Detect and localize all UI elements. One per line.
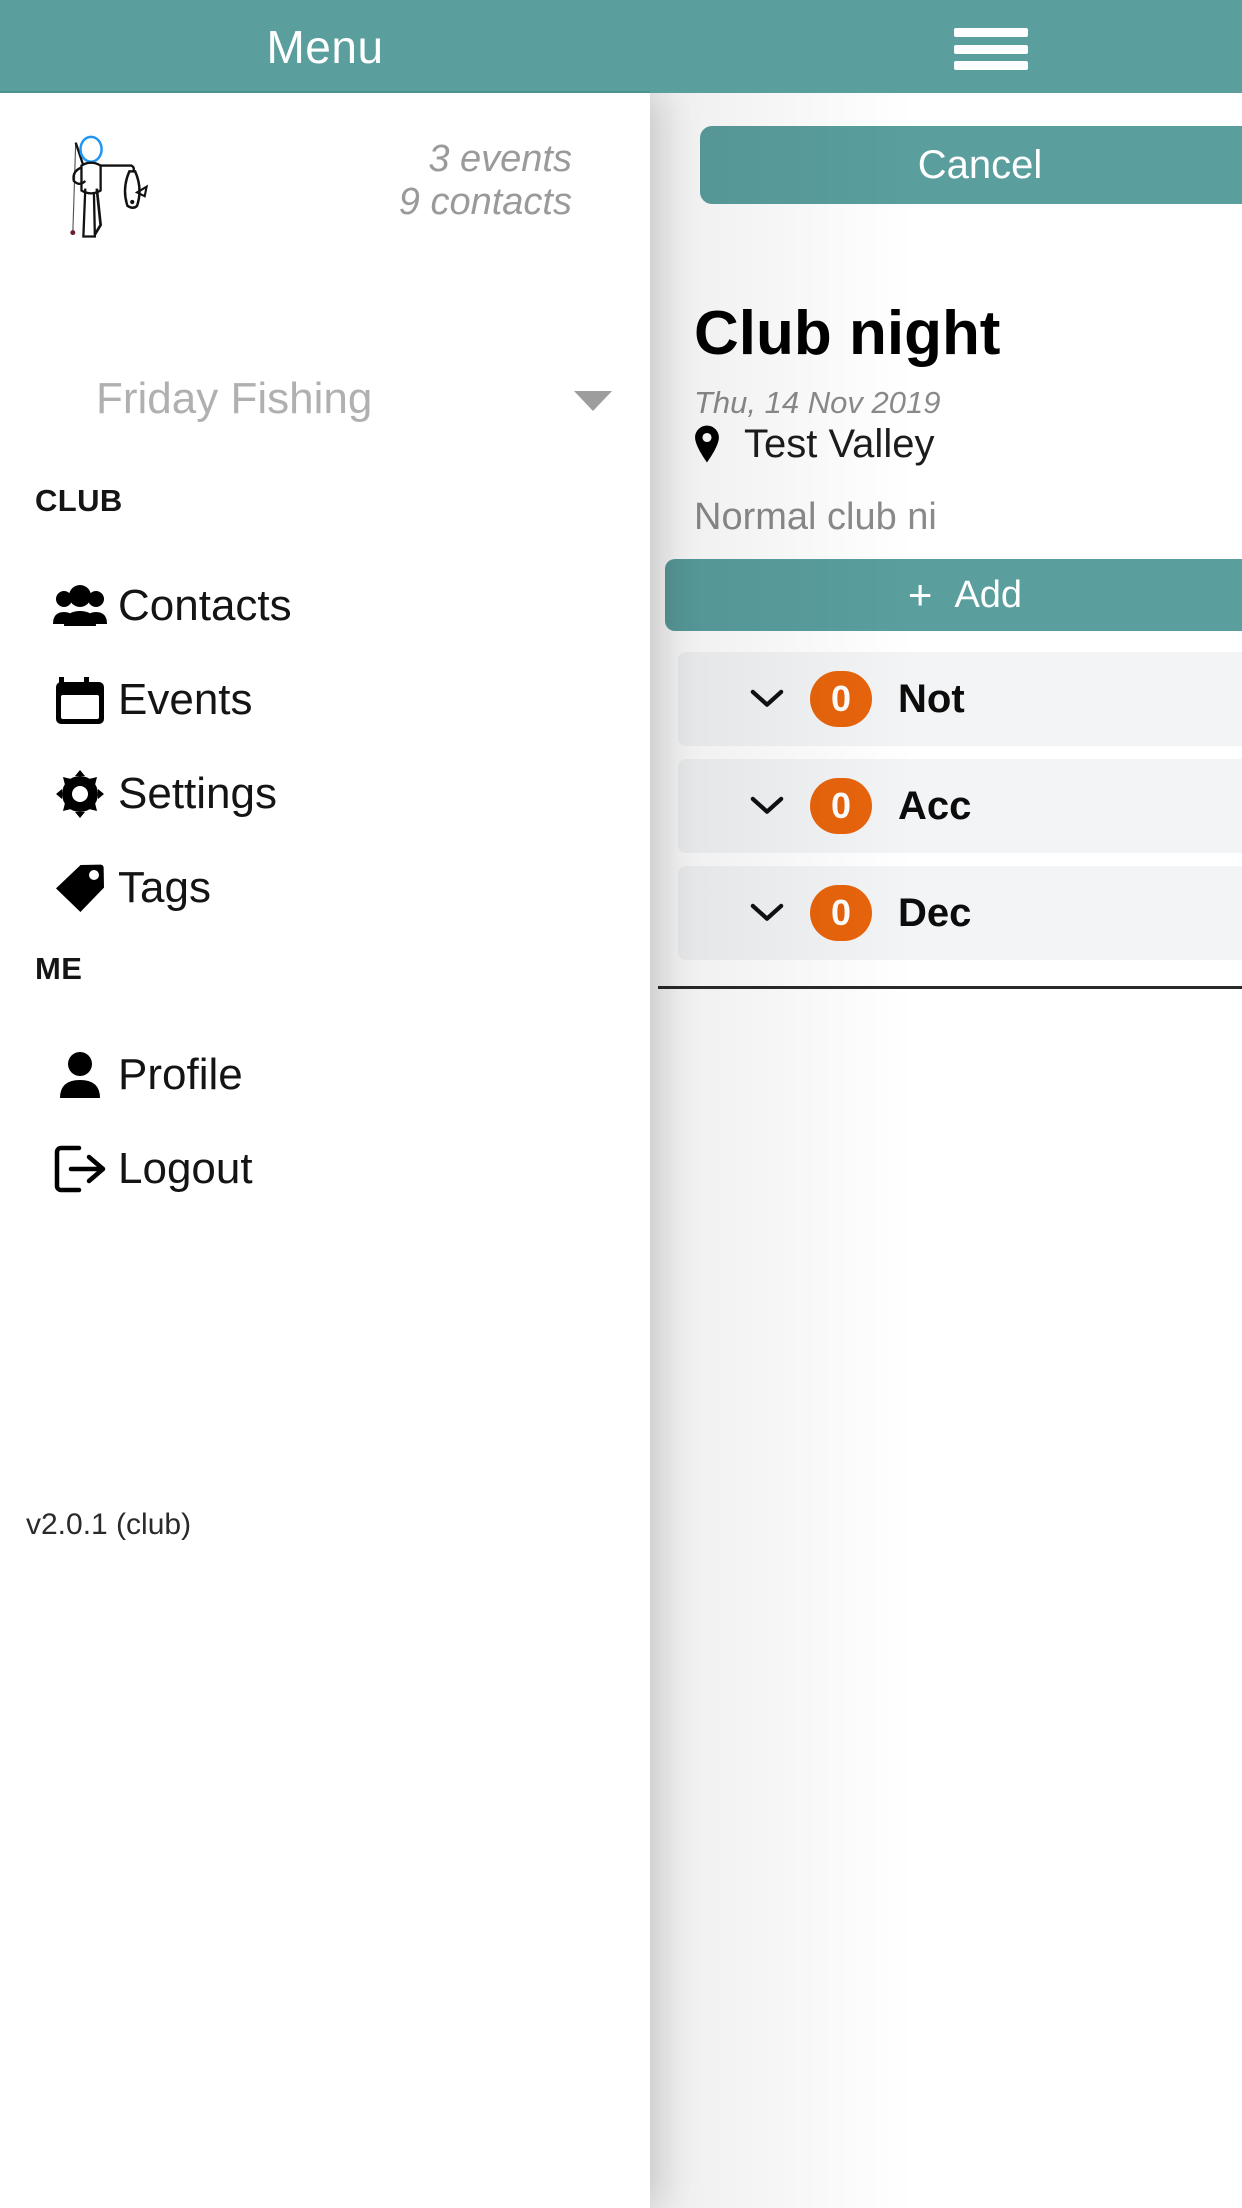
sidebar-item-contacts[interactable]: Contacts	[0, 568, 650, 644]
plus-icon: +	[907, 571, 933, 618]
attendance-group-label: Not	[898, 676, 965, 721]
sidebar-item-logout[interactable]: Logout	[0, 1131, 650, 1207]
person-icon	[48, 1045, 112, 1105]
attendance-group-row[interactable]: 0 Not	[678, 652, 1242, 746]
chevron-down-icon	[750, 689, 784, 707]
attendance-group-label: Dec	[898, 890, 972, 935]
event-location: Test Valley	[694, 420, 1242, 468]
attendance-group-label: Acc	[898, 783, 972, 828]
sidebar-item-events[interactable]: Events	[0, 662, 650, 738]
event-detail-page: Cancel Club night Thu, 14 Nov 2019 Test …	[650, 93, 1242, 2208]
fisherman-avatar	[70, 135, 149, 238]
app-root: Cancel Club night Thu, 14 Nov 2019 Test …	[0, 0, 1242, 2208]
page-title: Menu	[266, 20, 384, 73]
sidebar-item-label: Contacts	[118, 581, 292, 630]
tag-icon	[48, 858, 112, 918]
sidebar-item-label: Tags	[118, 863, 211, 912]
top-app-bar: Menu	[0, 0, 1242, 93]
section-divider	[658, 986, 1242, 989]
sidebar-item-profile[interactable]: Profile	[0, 1037, 650, 1113]
club-selector-value: Friday Fishing	[96, 374, 373, 423]
event-title: Club night	[694, 299, 1001, 368]
logout-icon	[48, 1139, 112, 1199]
drawer-stats: 3 events 9 contacts	[220, 138, 590, 223]
events-count: 3 events	[428, 138, 572, 180]
gear-icon	[48, 764, 112, 824]
club-selector[interactable]: Friday Fishing	[0, 363, 650, 435]
attendance-group-row[interactable]: 0 Acc	[678, 759, 1242, 853]
cancel-button[interactable]: Cancel	[700, 126, 1242, 204]
hamburger-icon[interactable]	[954, 28, 1028, 70]
hamburger-bar	[954, 28, 1028, 37]
app-version: v2.0.1 (club)	[26, 1508, 192, 1541]
cancel-button-label: Cancel	[917, 142, 1043, 187]
people-group-icon	[48, 576, 112, 636]
attendance-count-badge: 0	[810, 885, 872, 941]
section-heading-club: CLUB	[35, 483, 123, 518]
event-date: Thu, 14 Nov 2019	[694, 385, 941, 420]
sidebar-item-label: Logout	[118, 1144, 253, 1193]
chevron-down-icon	[750, 796, 784, 814]
sidebar-item-tags[interactable]: Tags	[0, 850, 650, 926]
attendance-count-badge: 0	[810, 671, 872, 727]
sidebar-item-label: Settings	[118, 769, 277, 818]
caret-down-icon	[574, 391, 612, 411]
calendar-icon	[48, 670, 112, 730]
map-pin-icon	[695, 425, 719, 463]
drawer-profile-row: 3 events 9 contacts	[0, 118, 650, 253]
attendance-group-row[interactable]: 0 Dec	[678, 866, 1242, 960]
hamburger-bar	[954, 61, 1028, 70]
attendance-count-badge: 0	[810, 778, 872, 834]
event-location-text: Test Valley	[744, 421, 935, 466]
event-description: Normal club ni	[694, 496, 937, 538]
add-button-label: Add	[954, 573, 1023, 616]
chevron-down-icon	[750, 903, 784, 921]
section-heading-me: ME	[35, 951, 83, 986]
navigation-drawer: 3 events 9 contacts Friday Fishing CLUB …	[0, 93, 650, 2208]
sidebar-item-label: Events	[118, 675, 253, 724]
add-button[interactable]: + Add	[665, 559, 1242, 631]
sidebar-item-settings[interactable]: Settings	[0, 756, 650, 832]
sidebar-item-label: Profile	[118, 1050, 243, 1099]
hamburger-bar	[954, 44, 1028, 54]
contacts-count: 9 contacts	[398, 180, 572, 223]
